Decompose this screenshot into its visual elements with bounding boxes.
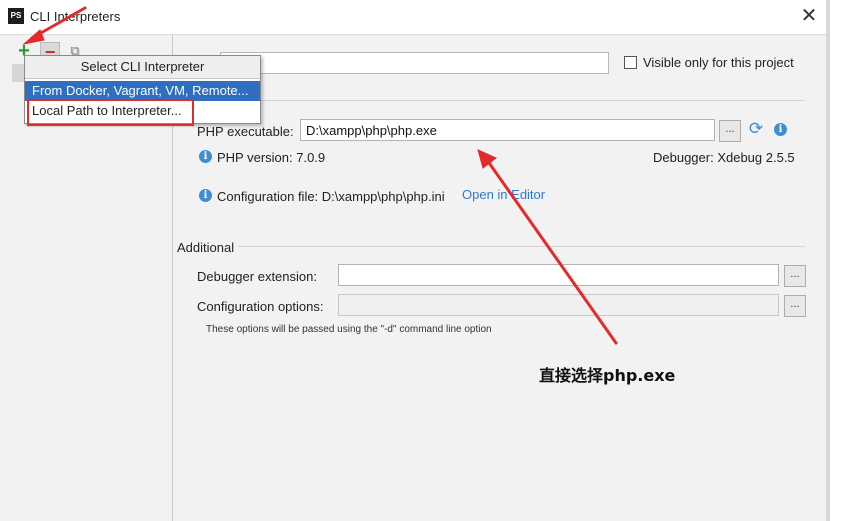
arrow-head: [22, 29, 45, 45]
annotation-arrows: [22, 6, 618, 345]
arrow-head: [477, 149, 497, 169]
annotation-arrow-to-field: [485, 158, 618, 345]
